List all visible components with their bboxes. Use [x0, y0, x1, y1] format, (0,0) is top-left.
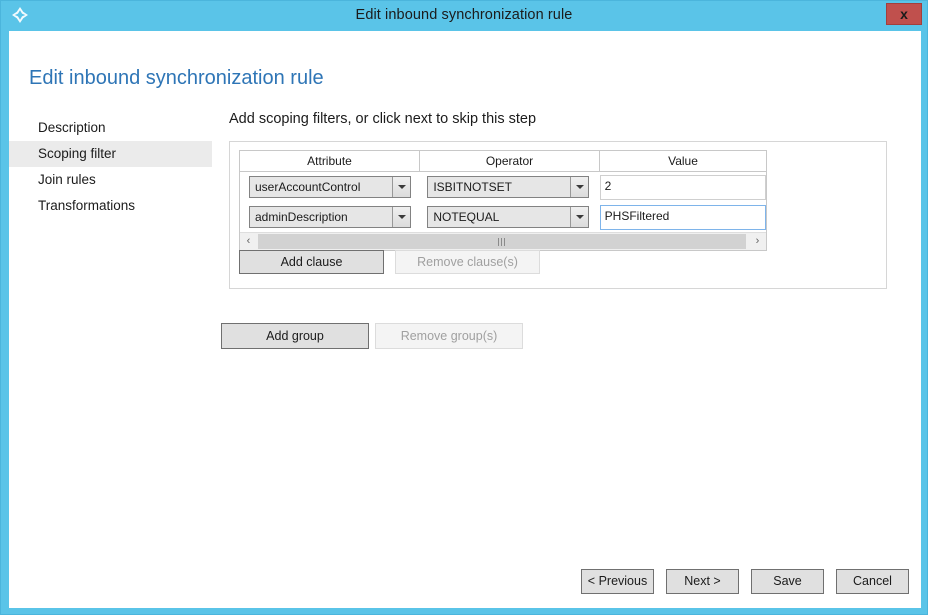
horizontal-scrollbar[interactable]: ‹ ›: [240, 232, 766, 250]
scroll-right-icon[interactable]: ›: [749, 233, 766, 250]
sidebar-item-label: Join rules: [38, 172, 96, 187]
table-row: userAccountControl ISBITNOTSET 2: [240, 172, 766, 202]
wizard-navigation-bar: < Previous Next > Save Cancel: [581, 569, 909, 594]
column-header-operator: Operator: [420, 151, 600, 171]
scrollbar-grip-icon: [498, 238, 507, 246]
scrollbar-track[interactable]: [257, 233, 749, 250]
sidebar-item-label: Description: [38, 120, 106, 135]
attribute-dropdown[interactable]: userAccountControl: [249, 176, 411, 198]
previous-button[interactable]: < Previous: [581, 569, 654, 594]
clause-table: Attribute Operator Value userAccountCont…: [239, 150, 767, 251]
scroll-left-icon[interactable]: ‹: [240, 233, 257, 250]
group-button-bar: Add group Remove group(s): [221, 323, 523, 349]
chevron-down-icon[interactable]: [570, 207, 589, 227]
section-heading: Add scoping filters, or click next to sk…: [229, 111, 537, 127]
table-header-row: Attribute Operator Value: [240, 151, 766, 172]
sidebar-item-scoping-filter[interactable]: Scoping filter: [9, 141, 212, 167]
sidebar-item-join-rules[interactable]: Join rules: [9, 167, 212, 193]
cancel-button[interactable]: Cancel: [836, 569, 909, 594]
operator-cell: ISBITNOTSET: [419, 176, 598, 198]
value-input[interactable]: PHSFiltered: [599, 204, 766, 230]
value-cell: PHSFiltered: [599, 204, 766, 230]
attribute-dropdown-value: userAccountControl: [255, 180, 361, 194]
operator-dropdown[interactable]: NOTEQUAL: [427, 206, 590, 228]
operator-dropdown-value: NOTEQUAL: [433, 210, 500, 224]
remove-group-button: Remove group(s): [375, 323, 523, 349]
chevron-down-icon[interactable]: [392, 177, 410, 197]
clause-button-bar: Add clause Remove clause(s): [239, 250, 540, 274]
add-group-button[interactable]: Add group: [221, 323, 369, 349]
sidebar-item-transformations[interactable]: Transformations: [9, 193, 212, 219]
operator-dropdown[interactable]: ISBITNOTSET: [427, 176, 590, 198]
dialog-client-area: Edit inbound synchronization rule Descri…: [9, 31, 921, 608]
attribute-cell: userAccountControl: [240, 176, 419, 198]
next-button[interactable]: Next >: [666, 569, 739, 594]
column-header-value: Value: [668, 154, 698, 168]
scrollbar-thumb[interactable]: [258, 234, 746, 249]
title-bar: Edit inbound synchronization rule x: [1, 1, 927, 29]
attribute-dropdown[interactable]: adminDescription: [249, 206, 411, 228]
column-header-attribute: Attribute: [240, 151, 420, 171]
scoping-filter-panel: Add scoping filters, or click next to sk…: [221, 111, 911, 349]
chevron-down-icon[interactable]: [570, 177, 589, 197]
add-clause-button[interactable]: Add clause: [239, 250, 384, 274]
value-input[interactable]: 2: [599, 174, 766, 200]
dialog-window: Edit inbound synchronization rule x Edit…: [0, 0, 928, 615]
remove-clause-button: Remove clause(s): [395, 250, 540, 274]
wizard-step-nav: Description Scoping filter Join rules Tr…: [9, 115, 212, 219]
value-cell: 2: [599, 174, 766, 200]
filter-group-panel: Attribute Operator Value userAccountCont…: [229, 141, 887, 289]
operator-dropdown-value: ISBITNOTSET: [433, 180, 513, 194]
sidebar-item-label: Transformations: [38, 198, 136, 213]
sidebar-item-label: Scoping filter: [38, 146, 117, 161]
sidebar-item-description[interactable]: Description: [9, 115, 212, 141]
page-title: Edit inbound synchronization rule: [29, 67, 324, 89]
attribute-dropdown-value: adminDescription: [255, 210, 348, 224]
operator-cell: NOTEQUAL: [419, 206, 598, 228]
window-title: Edit inbound synchronization rule: [355, 7, 573, 23]
close-icon[interactable]: x: [886, 3, 922, 25]
save-button[interactable]: Save: [751, 569, 824, 594]
chevron-down-icon[interactable]: [392, 207, 410, 227]
table-row: adminDescription NOTEQUAL PHSFiltered: [240, 202, 766, 232]
attribute-cell: adminDescription: [240, 206, 419, 228]
